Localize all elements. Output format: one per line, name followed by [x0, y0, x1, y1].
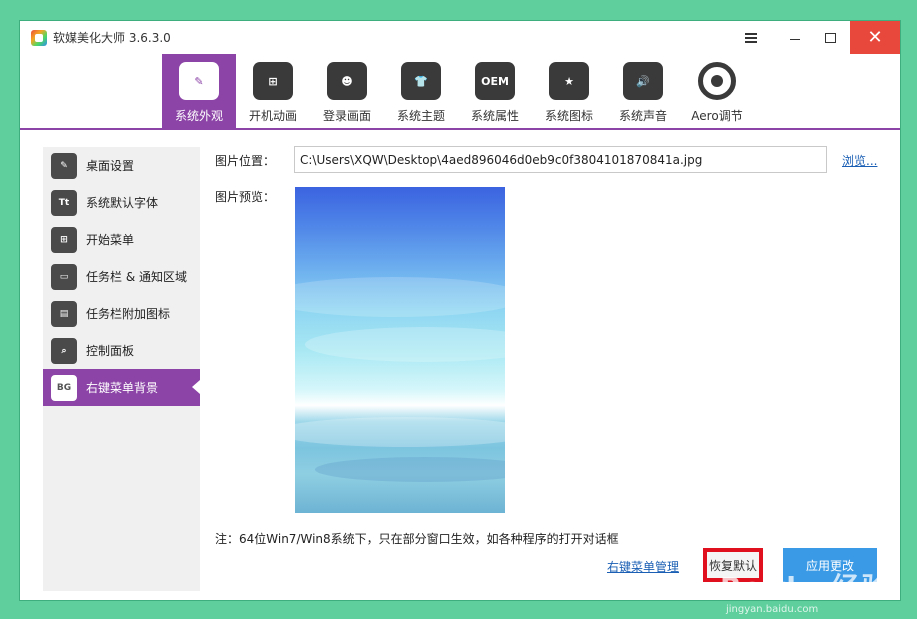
minimize-icon: [790, 39, 800, 40]
sidebar-item-label: 右键菜单背景: [86, 381, 159, 395]
tab-label: 系统外观: [174, 109, 223, 123]
image-preview: [295, 187, 505, 513]
tshirt-icon: 👕: [401, 62, 441, 100]
tab-system-sounds[interactable]: 🔊 系统声音: [606, 54, 680, 128]
menu-button[interactable]: [731, 21, 771, 54]
star-icon: ★: [549, 62, 589, 100]
sidebar-item-label: 桌面设置: [86, 159, 135, 173]
tab-label: 系统属性: [470, 109, 519, 123]
maximize-button[interactable]: [810, 21, 850, 54]
sidebar-item-context-menu-bg[interactable]: BG 右键菜单背景: [43, 369, 200, 406]
minimize-button[interactable]: [775, 21, 815, 54]
tab-login-screen[interactable]: ☻ 登录画面: [310, 54, 384, 128]
close-button[interactable]: ✕: [850, 21, 900, 54]
tab-label: 登录画面: [322, 109, 371, 123]
tab-label: 开机动画: [248, 109, 297, 123]
tab-label: 系统图标: [544, 109, 593, 123]
top-toolbar: ✎ 系统外观 ⊞ 开机动画 ☻ 登录画面 👕 系统主题 OEM 系统属性 ★ 系…: [20, 54, 900, 130]
paintbrush-icon: ✎: [179, 62, 219, 100]
image-path-label: 图片位置：: [215, 154, 276, 168]
title-bar: 软媒美化大师 3.6.3.0 ✕: [20, 21, 900, 54]
aero-circle-icon: [698, 62, 736, 100]
sidebar-item-label: 任务栏附加图标: [86, 307, 171, 321]
windows-logo-icon: ⊞: [253, 62, 293, 100]
start-menu-icon: ⊞: [51, 226, 77, 253]
sidebar-item-label: 系统默认字体: [86, 196, 159, 210]
sidebar-item-label: 任务栏 & 通知区域: [86, 270, 187, 284]
tab-system-theme[interactable]: 👕 系统主题: [384, 54, 458, 128]
browse-link[interactable]: 浏览...: [842, 152, 877, 169]
tab-system-icons[interactable]: ★ 系统图标: [532, 54, 606, 128]
tab-label: Aero调节: [691, 109, 743, 123]
desktop-brush-icon: ✎: [51, 152, 77, 179]
taskbar-addon-icon: ▤: [51, 300, 77, 327]
tab-system-properties[interactable]: OEM 系统属性: [458, 54, 532, 128]
tab-boot-animation[interactable]: ⊞ 开机动画: [236, 54, 310, 128]
hamburger-icon: [745, 32, 757, 43]
sidebar-item-desktop[interactable]: ✎ 桌面设置: [43, 147, 200, 184]
user-portrait-icon: ☻: [327, 62, 367, 100]
image-path-input[interactable]: [294, 146, 827, 173]
close-icon: ✕: [867, 27, 883, 48]
sidebar-item-label: 控制面板: [86, 344, 135, 358]
context-menu-manager-link[interactable]: 右键菜单管理: [607, 558, 679, 575]
oem-icon: OEM: [475, 62, 515, 100]
main-window: 软媒美化大师 3.6.3.0 ✕ ✎ 系统外观 ⊞ 开机动画 ☻ 登录画面 👕 …: [20, 21, 900, 615]
bg-icon: BG: [51, 374, 77, 401]
maximize-icon: [824, 32, 836, 43]
tab-label: 系统声音: [618, 109, 667, 123]
sidebar-item-label: 开始菜单: [86, 233, 135, 247]
font-icon: Tt: [51, 189, 77, 216]
window-title: 软媒美化大师 3.6.3.0: [53, 31, 171, 45]
tab-label: 系统主题: [396, 109, 445, 123]
tab-system-appearance[interactable]: ✎ 系统外观: [162, 54, 236, 128]
speaker-icon: 🔊: [623, 62, 663, 100]
baidu-watermark: Baidu 经验: [720, 571, 892, 604]
app-logo-icon: [31, 30, 47, 46]
control-panel-icon: ⌕: [51, 337, 77, 364]
sidebar-item-font[interactable]: Tt 系统默认字体: [43, 184, 200, 221]
baidu-watermark-url: jingyan.baidu.com: [726, 604, 819, 615]
tab-aero[interactable]: Aero调节: [680, 54, 754, 128]
sidebar-item-control-panel[interactable]: ⌕ 控制面板: [43, 332, 200, 369]
sidebar-item-taskbar[interactable]: ▭ 任务栏 & 通知区域: [43, 258, 200, 295]
sidebar: ✎ 桌面设置 Tt 系统默认字体 ⊞ 开始菜单 ▭ 任务栏 & 通知区域 ▤ 任…: [43, 147, 200, 591]
sidebar-item-start-menu[interactable]: ⊞ 开始菜单: [43, 221, 200, 258]
image-preview-label: 图片预览：: [215, 190, 276, 204]
sidebar-item-taskbar-addon[interactable]: ▤ 任务栏附加图标: [43, 295, 200, 332]
compatibility-note: 注：64位Win7/Win8系统下，只在部分窗口生效，如各种程序的打开对话框: [215, 532, 619, 546]
taskbar-icon: ▭: [51, 263, 77, 290]
